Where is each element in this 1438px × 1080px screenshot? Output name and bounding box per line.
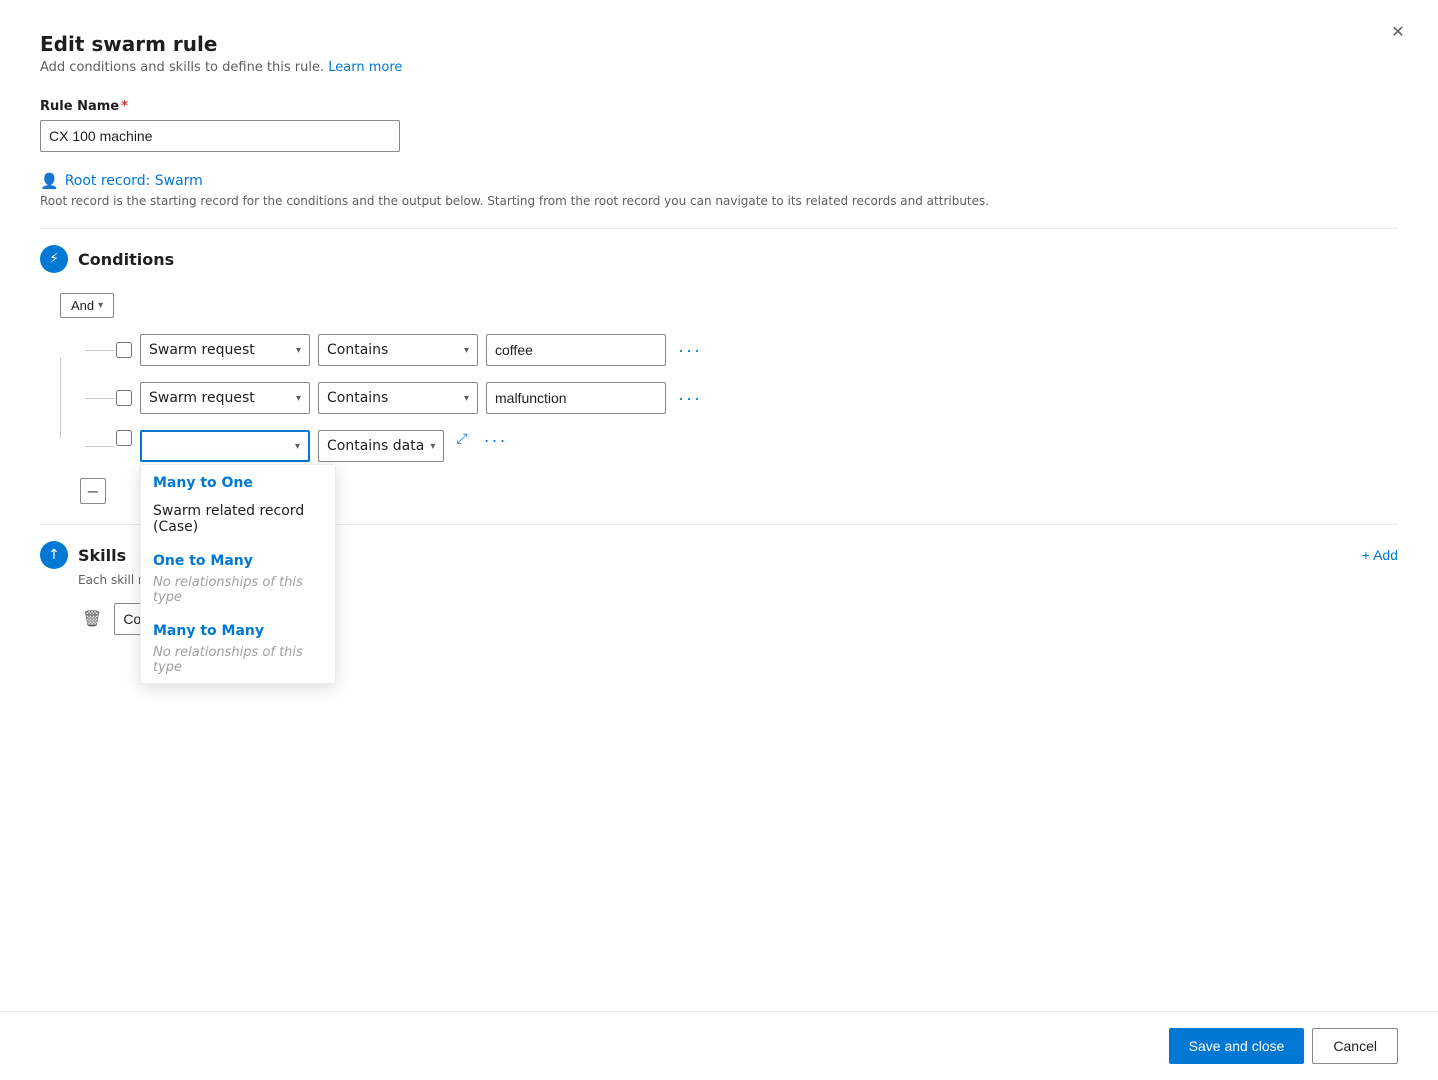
conditions-icon: ⚡	[40, 245, 68, 273]
condition-checkbox-1[interactable]	[116, 342, 132, 358]
close-icon: ✕	[1391, 22, 1404, 42]
condition-operator-dropdown-2[interactable]: Contains ▾	[318, 382, 478, 414]
condition-field-dropdown-3[interactable]: ▾	[140, 430, 310, 462]
many-to-one-header: Many to One	[141, 465, 335, 495]
and-chevron-icon: ▾	[98, 300, 103, 311]
operator-chevron-icon-2: ▾	[464, 393, 469, 404]
operator-chevron-icon-1: ▾	[464, 345, 469, 356]
root-record-description: Root record is the starting record for t…	[40, 194, 1398, 208]
modal-subtitle: Add conditions and skills to define this…	[40, 60, 1398, 75]
conditions-title: Conditions	[78, 250, 174, 269]
learn-more-link[interactable]: Learn more	[328, 60, 402, 75]
condition-checkbox-2[interactable]	[116, 390, 132, 406]
delete-skill-button-1[interactable]: 🗑	[78, 605, 106, 633]
condition-more-options-2[interactable]: ···	[674, 388, 706, 409]
condition-row-1: Swarm request ▾ Contains ▾ ···	[76, 334, 1398, 366]
rule-name-label: Rule Name*	[40, 99, 1398, 114]
conditions-section-header: ⚡ Conditions	[40, 245, 1398, 273]
add-skill-button[interactable]: + Add	[1362, 547, 1398, 563]
and-button[interactable]: And ▾	[60, 293, 114, 318]
root-record-label: 👤 Root record: Swarm	[40, 172, 1398, 190]
condition-more-options-3[interactable]: ···	[480, 430, 512, 451]
field-dropdown-wrapper-3: ▾ Many to One Swarm related record (Case…	[140, 430, 310, 462]
swarm-related-item[interactable]: Swarm related record (Case)	[141, 495, 335, 543]
condition-more-options-1[interactable]: ···	[674, 340, 706, 361]
skills-title: Skills	[78, 546, 126, 565]
condition-value-input-2[interactable]	[486, 382, 666, 414]
field-chevron-icon-2: ▾	[296, 393, 301, 404]
field-dropdown-popup-3: Many to One Swarm related record (Case) …	[140, 464, 336, 684]
condition-checkbox-3[interactable]	[116, 430, 132, 446]
contains-data-dropdown-3[interactable]: Contains data ▾	[318, 430, 444, 462]
condition-row-3: ▾ Many to One Swarm related record (Case…	[76, 430, 1398, 462]
divider	[40, 228, 1398, 229]
modal-title: Edit swarm rule	[40, 32, 1398, 56]
expand-button-3[interactable]: ⤢	[452, 430, 471, 447]
modal-container: ✕ Edit swarm rule Add conditions and ski…	[0, 0, 1438, 1080]
many-to-many-header: Many to Many	[141, 613, 335, 643]
field-chevron-icon-3: ▾	[295, 441, 300, 452]
close-button[interactable]: ✕	[1382, 16, 1414, 48]
minus-condition-box[interactable]: −	[80, 478, 106, 504]
condition-field-dropdown-1[interactable]: Swarm request ▾	[140, 334, 310, 366]
modal-footer: Save and close Cancel	[0, 1011, 1438, 1080]
root-record-section: 👤 Root record: Swarm Root record is the …	[40, 172, 1398, 208]
expand-icon: ⤢	[456, 430, 467, 447]
condition-value-input-1[interactable]	[486, 334, 666, 366]
field-chevron-icon-1: ▾	[296, 345, 301, 356]
condition-operator-dropdown-1[interactable]: Contains ▾	[318, 334, 478, 366]
skills-header-left: ↑ Skills	[40, 541, 126, 569]
trash-icon: 🗑	[82, 609, 102, 629]
skills-icon: ↑	[40, 541, 68, 569]
contains-data-chevron-icon: ▾	[430, 441, 435, 452]
save-and-close-button[interactable]: Save and close	[1169, 1028, 1305, 1064]
cancel-button[interactable]: Cancel	[1312, 1028, 1398, 1064]
person-icon: 👤	[40, 172, 59, 190]
conditions-area: And ▾ Swarm request ▾ Contains ▾ ···	[40, 293, 1398, 504]
dropdown-popup-scroll[interactable]: Many to One Swarm related record (Case) …	[141, 465, 335, 683]
condition-row-2: Swarm request ▾ Contains ▾ ···	[76, 382, 1398, 414]
no-relationships-many-item: No relationships of this type	[141, 643, 335, 683]
conditions-tree-group: Swarm request ▾ Contains ▾ ··· Swarm req…	[60, 334, 1398, 462]
no-relationships-one-item: No relationships of this type	[141, 573, 335, 613]
rule-name-input[interactable]	[40, 120, 400, 152]
condition-field-dropdown-2[interactable]: Swarm request ▾	[140, 382, 310, 414]
one-to-many-header: One to Many	[141, 543, 335, 573]
